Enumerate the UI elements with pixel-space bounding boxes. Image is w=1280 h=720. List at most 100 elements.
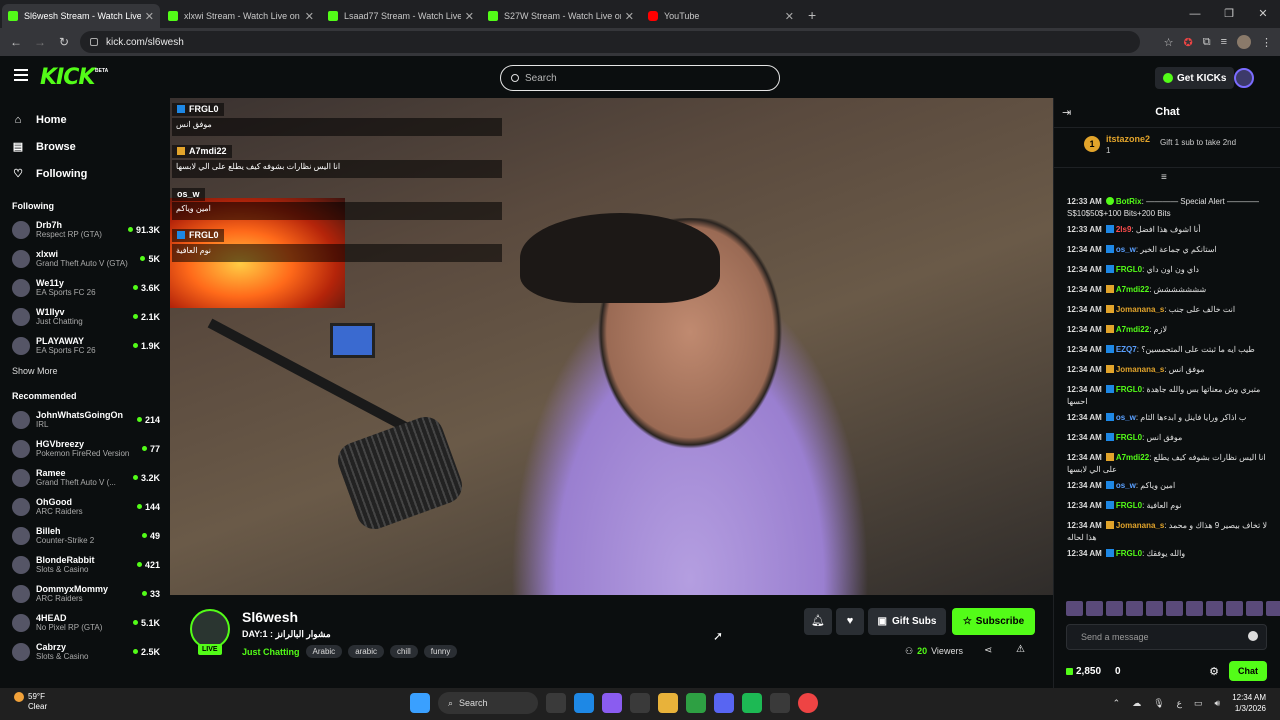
profile-avatar[interactable]	[1237, 35, 1251, 49]
emote[interactable]	[1186, 601, 1203, 616]
emote[interactable]	[1206, 601, 1223, 616]
video-player[interactable]: FRGL0 موفق انس A7mdi22 انا اليس نظارات بشوف…	[170, 98, 1053, 595]
subscribe-button[interactable]: ☆ Subscribe	[952, 608, 1035, 635]
message-username[interactable]: os_w	[1116, 413, 1136, 422]
gift-count[interactable]: 0	[1115, 666, 1121, 677]
weather-widget[interactable]: 59°F Clear	[14, 692, 47, 712]
close-tab-icon[interactable]: ✕	[785, 10, 794, 23]
emote[interactable]	[1126, 601, 1143, 616]
browser-tab[interactable]: xlxwi Stream - Watch Live on Kick ✕	[162, 4, 320, 28]
tag[interactable]: Arabic	[305, 645, 343, 658]
reload-icon[interactable]: ↻	[52, 35, 76, 49]
browser-tab[interactable]: Lsaad77 Stream - Watch Live on Kick ✕	[322, 4, 480, 28]
streamer-avatar[interactable]	[190, 609, 230, 649]
message-username[interactable]: os_w	[1116, 245, 1136, 254]
emote[interactable]	[1106, 601, 1123, 616]
browser-tab[interactable]: S27W Stream - Watch Live on Kick ✕	[482, 4, 640, 28]
message-username[interactable]: 2ls9	[1116, 225, 1132, 234]
emote[interactable]	[1226, 601, 1243, 616]
chevron-up-icon[interactable]: ⌃	[1113, 698, 1121, 709]
back-icon[interactable]: ←	[4, 35, 28, 49]
sidebar-channel[interactable]: xlxwi Grand Theft Auto V (GTA) 5K	[0, 244, 170, 273]
volume-icon[interactable]: 🔊︎	[1215, 698, 1221, 709]
category-link[interactable]: Just Chatting	[242, 647, 300, 657]
emote[interactable]	[1086, 601, 1103, 616]
close-tab-icon[interactable]: ✕	[465, 10, 474, 23]
sidebar-channel[interactable]: HGVbreezy Pokemon FireRed Version 77	[0, 434, 170, 463]
message-username[interactable]: FRGL0	[1116, 385, 1142, 394]
cloud-icon[interactable]: ☁	[1132, 698, 1141, 709]
close-tab-icon[interactable]: ✕	[625, 10, 634, 23]
emote[interactable]	[1266, 601, 1280, 616]
message-username[interactable]: BotRix	[1116, 197, 1142, 206]
copilot-icon[interactable]	[602, 693, 622, 713]
emote[interactable]	[1246, 601, 1263, 616]
close-tab-icon[interactable]: ✕	[305, 10, 314, 23]
tag[interactable]: chill	[389, 645, 418, 658]
sidebar-channel[interactable]: PLAYAWAY EA Sports FC 26 1.9K	[0, 331, 170, 360]
edge-icon[interactable]	[574, 693, 594, 713]
sidebar-channel[interactable]: We11y EA Sports FC 26 3.6K	[0, 273, 170, 302]
nav-home[interactable]: ⌂ Home	[0, 106, 170, 133]
store-icon[interactable]	[630, 693, 650, 713]
sidebar-channel[interactable]: JohnWhatsGoingOn IRL 214	[0, 405, 170, 434]
discord-icon[interactable]	[714, 693, 734, 713]
sidebar-channel[interactable]: Cabrzy Slots & Casino 2.5K	[0, 637, 170, 666]
tag[interactable]: funny	[423, 645, 458, 658]
mic-icon[interactable]: 🎙︎	[1153, 698, 1164, 709]
xbox-icon[interactable]	[686, 693, 706, 713]
sidebar-channel[interactable]: BlondeRabbit Slots & Casino 421	[0, 550, 170, 579]
extension-icon[interactable]: ✪	[1184, 36, 1193, 49]
emoji-icon[interactable]	[1248, 631, 1258, 641]
message-username[interactable]: FRGL0	[1116, 433, 1142, 442]
forward-icon[interactable]: →	[28, 35, 52, 49]
maximize-icon[interactable]: ❐	[1212, 0, 1246, 28]
sidebar-channel[interactable]: Drb7h Respect RP (GTA) 91.3K	[0, 215, 170, 244]
sidebar-channel[interactable]: 4HEAD No Pixel RP (GTA) 5.1K	[0, 608, 170, 637]
send-chat-button[interactable]: Chat	[1229, 661, 1267, 681]
chat-filter-icon[interactable]: ≡	[1161, 172, 1167, 183]
top-gifter-name[interactable]: itstazone2	[1106, 134, 1150, 144]
emote[interactable]	[1166, 601, 1183, 616]
share-icon[interactable]: ⋖	[984, 645, 992, 656]
sidebar-channel[interactable]: W1llyv Just Chatting 2.1K	[0, 302, 170, 331]
network-icon[interactable]: ▭	[1194, 698, 1203, 709]
hamburger-menu-icon[interactable]	[14, 69, 28, 81]
chrome-icon[interactable]	[798, 693, 818, 713]
bookmark-star-icon[interactable]: ☆	[1164, 36, 1174, 49]
file-explorer-icon[interactable]	[658, 693, 678, 713]
message-username[interactable]: A7mdi22	[1116, 285, 1149, 294]
gift-subs-button[interactable]: ▣ Gift Subs	[868, 608, 946, 635]
browser-tab[interactable]: Sl6wesh Stream - Watch Live on Kick ✕	[2, 4, 160, 28]
close-tab-icon[interactable]: ✕	[145, 10, 154, 23]
emote[interactable]	[1146, 601, 1163, 616]
clock[interactable]: 12:34 AM 1/3/2026	[1232, 692, 1266, 714]
sidebar-channel[interactable]: Billeh Counter-Strike 2 49	[0, 521, 170, 550]
message-username[interactable]: os_w	[1116, 481, 1136, 490]
chat-message-input[interactable]: Send a message	[1066, 624, 1267, 650]
follow-button[interactable]: ♥	[836, 608, 864, 635]
get-kicks-button[interactable]: Get KICKs	[1155, 67, 1235, 89]
emote[interactable]	[1066, 601, 1083, 616]
message-username[interactable]: Jomanana_s	[1116, 521, 1164, 530]
taskbar-search[interactable]: ⌕ Search	[438, 692, 538, 714]
sidebar-channel[interactable]: DommyxMommy ARC Raiders 33	[0, 579, 170, 608]
message-username[interactable]: Jomanana_s	[1116, 365, 1164, 374]
message-username[interactable]: A7mdi22	[1116, 453, 1149, 462]
message-username[interactable]: FRGL0	[1116, 549, 1142, 558]
search-input[interactable]: Search	[500, 65, 780, 91]
puzzle-icon[interactable]: ⧉	[1203, 36, 1211, 49]
gear-icon[interactable]: ⚙	[1209, 665, 1219, 678]
notification-bell-button[interactable]: 🔔︎	[804, 608, 832, 635]
close-window-icon[interactable]: ✕	[1246, 0, 1280, 28]
message-username[interactable]: FRGL0	[1116, 265, 1142, 274]
new-tab-icon[interactable]: +	[808, 4, 816, 28]
show-more-link[interactable]: Show More	[0, 360, 170, 382]
minimize-icon[interactable]: —	[1178, 0, 1212, 28]
reading-list-icon[interactable]: ≡	[1221, 36, 1227, 48]
windows-start-icon[interactable]	[410, 693, 430, 713]
kick-logo[interactable]: KICK	[40, 65, 95, 90]
nav-following[interactable]: ♡ Following	[0, 160, 170, 187]
message-username[interactable]: EZQ7	[1116, 345, 1137, 354]
tag[interactable]: arabic	[348, 645, 384, 658]
